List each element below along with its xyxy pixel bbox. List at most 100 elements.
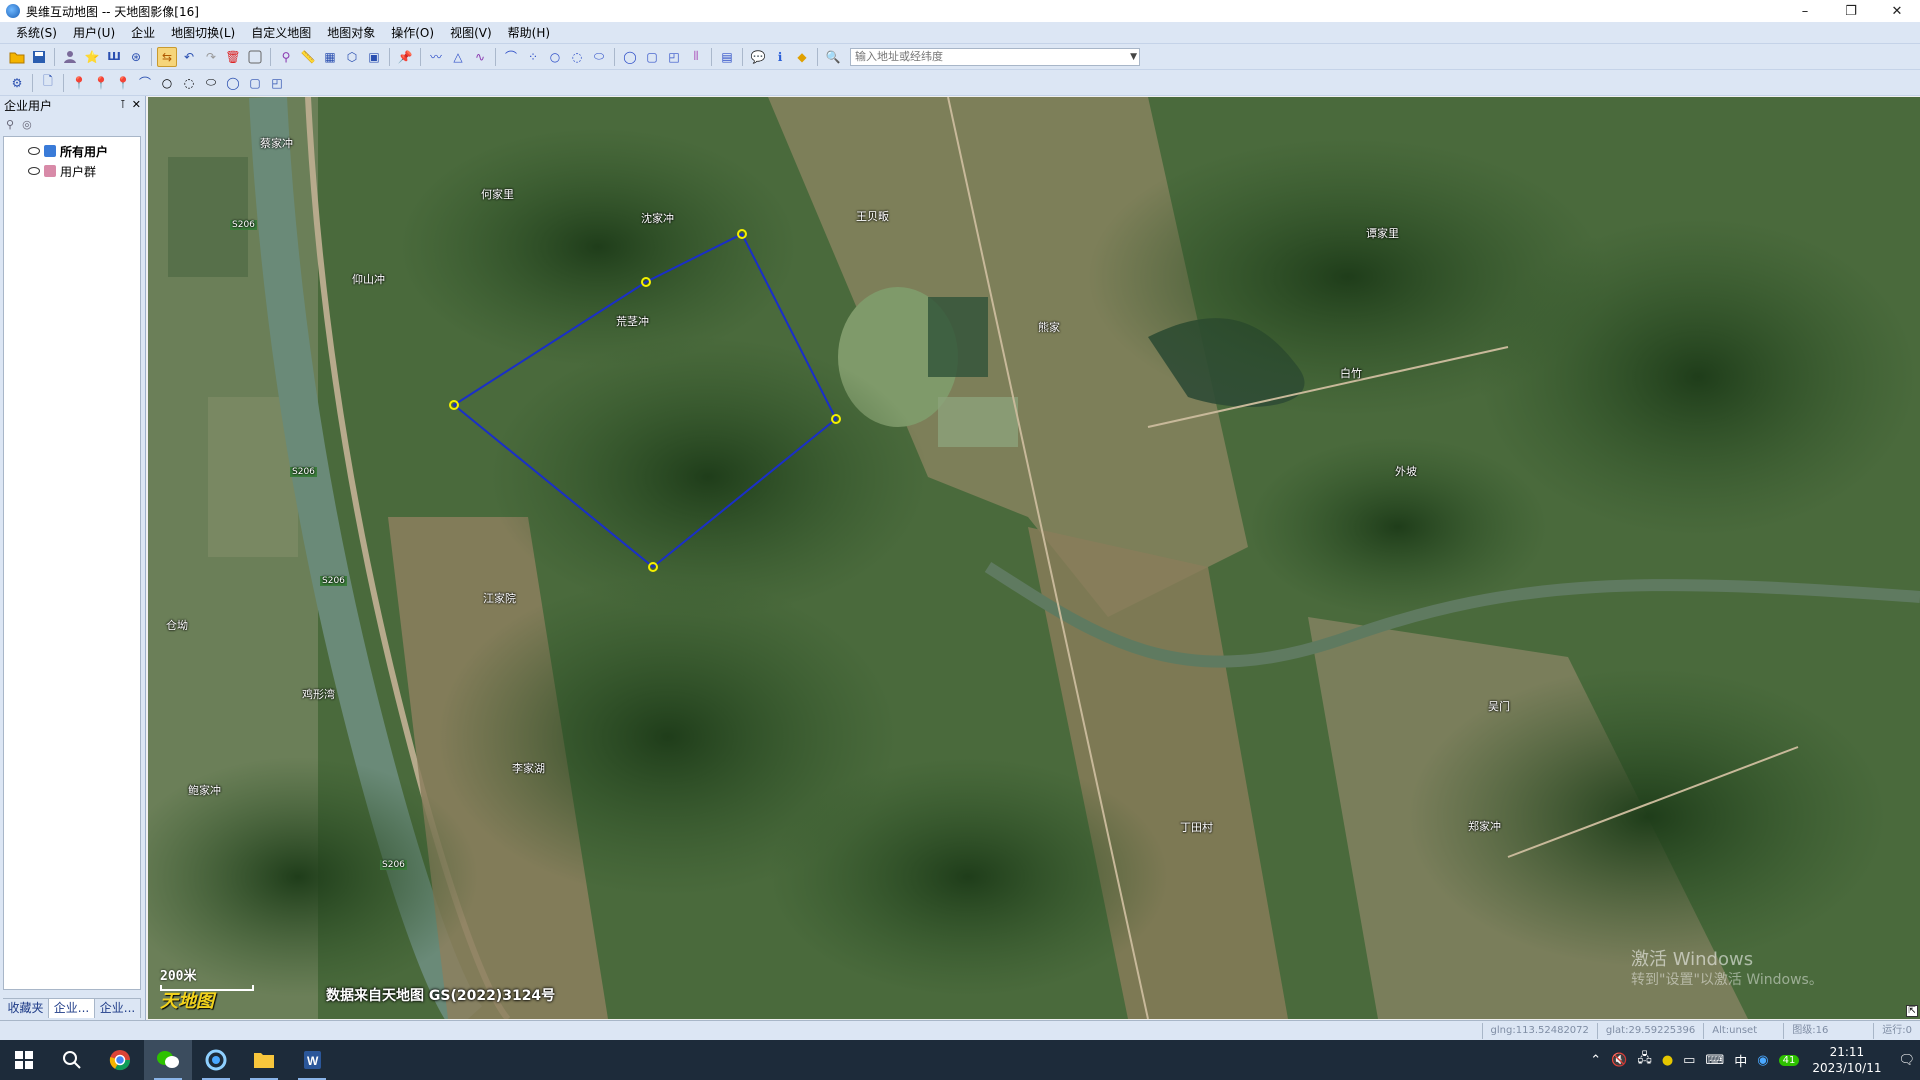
road-line-icon[interactable]: ⌒ xyxy=(501,47,521,67)
pin-icon[interactable]: ⊺ xyxy=(120,96,126,114)
camera-icon[interactable]: ▣ xyxy=(364,47,384,67)
map-attribution: 数据来自天地图 GS(2022)3124号 xyxy=(326,988,556,1004)
diamond-icon[interactable]: ◆ xyxy=(792,47,812,67)
new-document-icon[interactable]: 🗋 xyxy=(38,73,58,93)
road-label: S206 xyxy=(320,576,347,586)
road-icon[interactable]: ⌒ xyxy=(135,73,155,93)
menu-custom-map[interactable]: 自定义地图 xyxy=(243,22,319,44)
chevron-down-icon[interactable]: ▼ xyxy=(1130,49,1137,65)
keyboard-icon[interactable]: ⌨ xyxy=(1705,1053,1724,1068)
message-icon[interactable]: 💬 xyxy=(748,47,768,67)
triangle-icon[interactable]: △ xyxy=(448,47,468,67)
display-icon[interactable]: ▭ xyxy=(1683,1053,1695,1068)
favorite-star-icon[interactable]: ⭐ xyxy=(82,47,102,67)
circle-fill-icon[interactable]: ◯ xyxy=(620,47,640,67)
network-icon[interactable]: 🖧 xyxy=(1637,1049,1652,1071)
curve-icon[interactable]: ∿ xyxy=(470,47,490,67)
satellite-map-view[interactable]: 蔡家冲 何家里 沈家冲 王贝畈 谭家里 仰山冲 荒茎冲 熊家 白竹 外坡 江家院… xyxy=(148,97,1920,1019)
blue-pin-icon[interactable]: 📍 xyxy=(91,73,111,93)
green-pin-icon[interactable]: 📍 xyxy=(113,73,133,93)
yellow-pin-icon[interactable]: 📍 xyxy=(69,73,89,93)
menu-user[interactable]: 用户(U) xyxy=(65,22,123,44)
circle-icon[interactable]: ○ xyxy=(545,47,565,67)
search-taskbar-icon[interactable] xyxy=(48,1040,96,1080)
menu-system[interactable]: 系统(S) xyxy=(8,22,65,44)
draw-arc-icon[interactable]: ◌ xyxy=(179,73,199,93)
pin-marker-icon[interactable]: 📌 xyxy=(395,47,415,67)
tab-favorites[interactable]: 收藏夹 xyxy=(3,999,49,1018)
polygon-tool-icon[interactable]: ⬡ xyxy=(342,47,362,67)
toolbar-separator xyxy=(495,47,496,66)
delete-icon[interactable]: 🗑 xyxy=(223,47,243,67)
tab-enterprise-2[interactable]: 企业... xyxy=(95,999,141,1018)
satellite-imagery[interactable] xyxy=(148,97,1920,1019)
close-icon[interactable]: ✕ xyxy=(132,96,141,114)
lu-tool-icon[interactable]: Ш xyxy=(104,47,124,67)
expand-corner-icon[interactable]: ⇱ xyxy=(1906,1005,1918,1017)
save-icon[interactable] xyxy=(29,47,49,67)
file-explorer-icon[interactable] xyxy=(240,1040,288,1080)
points-icon[interactable]: ⁘ xyxy=(523,47,543,67)
undo-icon[interactable]: ↶ xyxy=(179,47,199,67)
app-logo-icon xyxy=(6,4,20,18)
minimize-button[interactable]: – xyxy=(1782,0,1828,22)
measure-area-icon[interactable]: ▦ xyxy=(320,47,340,67)
app-tray-icon[interactable]: ● xyxy=(1662,1053,1673,1068)
menu-map-objects[interactable]: 地图对象 xyxy=(319,22,383,44)
open-folder-icon[interactable] xyxy=(7,47,27,67)
tree-item-all-users[interactable]: 所有用户 xyxy=(4,141,140,161)
draw-circle-icon[interactable]: ○ xyxy=(157,73,177,93)
map-switch-icon[interactable]: ⇆ xyxy=(157,46,177,67)
wechat-icon[interactable] xyxy=(144,1040,192,1080)
toolbar-separator xyxy=(614,47,615,66)
ovital-map-icon[interactable] xyxy=(192,1040,240,1080)
address-search-input[interactable] xyxy=(855,48,1115,65)
rect-fill-icon[interactable]: ▢ xyxy=(642,47,662,67)
menu-enterprise[interactable]: 企业 xyxy=(123,22,163,44)
panel-tools: ⚲ ◎ xyxy=(0,114,145,134)
bars-icon[interactable]: ⫴ xyxy=(686,47,706,67)
chevron-up-icon[interactable]: ⌃ xyxy=(1590,1053,1601,1068)
maximize-button[interactable]: ❐ xyxy=(1828,0,1874,22)
draw-rect-icon[interactable]: ▢ xyxy=(245,73,265,93)
visibility-eye-icon[interactable] xyxy=(28,167,40,175)
polyline-icon[interactable]: 〰 xyxy=(426,47,446,67)
start-windows-icon[interactable] xyxy=(0,1040,48,1080)
qq-icon[interactable]: ◉ xyxy=(1757,1053,1768,1068)
action-center-icon[interactable]: 🗨 xyxy=(1898,1053,1915,1068)
info-icon[interactable]: ℹ xyxy=(770,47,790,67)
shape-icon[interactable]: ◰ xyxy=(664,47,684,67)
search-icon[interactable]: 🔍 xyxy=(823,47,843,67)
menu-map-switch[interactable]: 地图切换(L) xyxy=(163,22,243,44)
notification-badge[interactable]: 41 xyxy=(1778,1054,1800,1066)
draw-ellipse-icon[interactable]: ⬭ xyxy=(201,73,221,93)
panel-filter-icon[interactable]: ◎ xyxy=(22,118,32,131)
clock[interactable]: 21:11 2023/10/11 xyxy=(1812,1044,1881,1076)
ime-indicator[interactable]: 中 xyxy=(1734,1051,1747,1070)
table-icon[interactable]: ▤ xyxy=(717,47,737,67)
map-3d-icon[interactable]: ⊛ xyxy=(126,47,146,67)
visibility-eye-icon[interactable] xyxy=(28,147,40,155)
menu-view[interactable]: 视图(V) xyxy=(442,22,500,44)
close-window-button[interactable]: ✕ xyxy=(1874,0,1920,22)
redo-icon[interactable]: ↷ xyxy=(201,47,221,67)
ellipse-icon[interactable]: ⬭ xyxy=(589,47,609,67)
settings-gear-icon[interactable]: ⚙ xyxy=(7,73,27,93)
panel-title: 企业用户 xyxy=(4,98,53,113)
chrome-browser-icon[interactable] xyxy=(96,1040,144,1080)
draw-shape-icon[interactable]: ◰ xyxy=(267,73,287,93)
tree-item-user-group[interactable]: 用户群 xyxy=(4,161,140,181)
word-icon[interactable]: W xyxy=(288,1040,336,1080)
draw-ring-icon[interactable]: ◯ xyxy=(223,73,243,93)
address-search-field[interactable]: ▼ xyxy=(850,47,1140,66)
place-marker-icon[interactable]: ⚲ xyxy=(276,47,296,67)
panel-search-icon[interactable]: ⚲ xyxy=(6,118,14,131)
tab-enterprise-1[interactable]: 企业... xyxy=(49,999,95,1018)
arc-icon[interactable]: ◌ xyxy=(567,47,587,67)
menu-help[interactable]: 帮助(H) xyxy=(500,22,558,44)
ruler-icon[interactable]: 📏 xyxy=(298,47,318,67)
volume-muted-icon[interactable]: 🔇 xyxy=(1611,1053,1627,1068)
user-icon[interactable] xyxy=(60,47,80,67)
select-box-icon[interactable] xyxy=(245,47,265,67)
menu-operations[interactable]: 操作(O) xyxy=(383,22,442,44)
